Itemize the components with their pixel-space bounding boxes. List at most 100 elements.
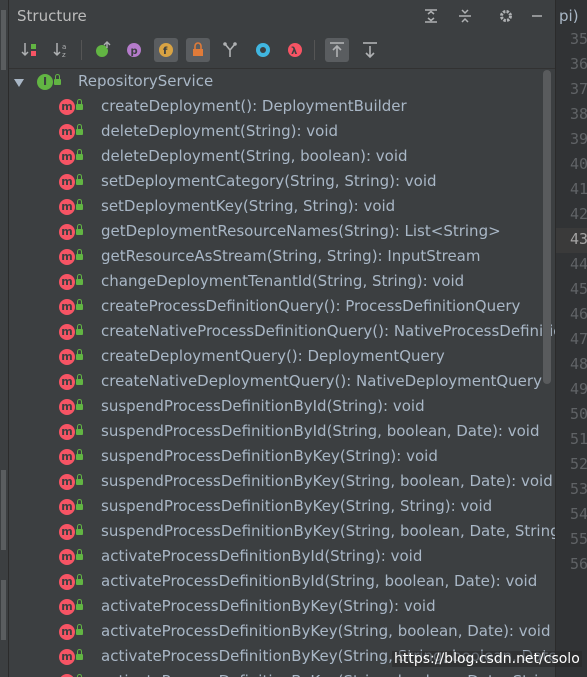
svg-text:p: p (131, 46, 138, 57)
autoscroll-from-source-icon[interactable] (358, 38, 382, 62)
line-number: 43 (570, 230, 587, 248)
method-icon: m (59, 349, 75, 365)
line-number: 56 (570, 555, 587, 573)
tree-method-node[interactable]: m getResourceAsStream(String, String): In… (9, 245, 555, 270)
panel-title: Structure (17, 7, 87, 25)
lock-icon (76, 499, 83, 511)
lock-icon (76, 299, 83, 311)
tree-method-node[interactable]: m activateProcessDefinitionById(String, b… (9, 570, 555, 595)
left-tool-strip (0, 0, 9, 677)
method-label: activateProcessDefinitionById(String): v… (101, 547, 423, 565)
tree-method-node[interactable]: m changeDeploymentTenantId(String, String… (9, 270, 555, 295)
tool-strip-tab[interactable] (1, 580, 6, 640)
scrollbar[interactable] (543, 70, 551, 384)
method-label: suspendProcessDefinitionByKey(String, bo… (101, 522, 555, 540)
sort-by-visibility-icon[interactable] (18, 38, 42, 62)
tree-method-node[interactable]: m setDeploymentCategory(String, String): … (9, 170, 555, 195)
svg-text:a: a (62, 43, 66, 51)
tree-method-node[interactable]: m createNativeProcessDefinitionQuery(): N… (9, 320, 555, 345)
show-inherited-icon[interactable] (91, 38, 115, 62)
tree-method-node[interactable]: m setDeploymentKey(String, String): void (9, 195, 555, 220)
tree-method-node[interactable]: m suspendProcessDefinitionByKey(String): … (9, 445, 555, 470)
watermark: https://blog.csdn.net/csolo (392, 651, 582, 667)
line-number: 53 (570, 480, 587, 498)
method-icon: m (59, 274, 75, 290)
method-icon: m (59, 524, 75, 540)
tree-method-node[interactable]: m deleteDeployment(String, boolean): void (9, 145, 555, 170)
tree-method-node[interactable]: m suspendProcessDefinitionByKey(String, b… (9, 520, 555, 545)
tree-root-node[interactable]: I RepositoryService (9, 70, 555, 95)
gear-icon[interactable] (496, 6, 516, 26)
show-anonymous-classes-icon[interactable] (218, 38, 242, 62)
tree-method-node[interactable]: m createDeployment(): DeploymentBuilder (9, 95, 555, 120)
method-label: suspendProcessDefinitionByKey(String, bo… (101, 472, 553, 490)
tool-strip-tab[interactable] (1, 470, 6, 550)
method-icon: m (59, 174, 75, 190)
tree-method-node[interactable]: m createNativeDeploymentQuery(): NativeDe… (9, 370, 555, 395)
autoscroll-to-source-icon[interactable] (325, 38, 349, 62)
show-fields-icon[interactable]: f (154, 38, 178, 62)
tool-strip-tab[interactable] (1, 10, 6, 70)
method-icon: m (59, 474, 75, 490)
line-number: 39 (570, 130, 587, 148)
method-label: getDeploymentResourceNames(String): List… (101, 222, 501, 240)
method-label: createDeploymentQuery(): DeploymentQuery (101, 347, 445, 365)
line-number: 54 (570, 505, 587, 523)
tree-method-node[interactable]: mactivateProcessDefinitionByKey(String, … (9, 670, 555, 677)
method-label: suspendProcessDefinitionById(String, boo… (101, 422, 540, 440)
tree-method-node[interactable]: m activateProcessDefinitionById(String): … (9, 545, 555, 570)
lock-icon (76, 524, 83, 536)
tree-method-node[interactable]: m suspendProcessDefinitionById(String, bo… (9, 420, 555, 445)
method-label: activateProcessDefinitionById(String, bo… (101, 572, 538, 590)
show-non-public-icon[interactable] (186, 38, 210, 62)
lock-icon (76, 374, 83, 386)
structure-panel: Structure az p f λ I RepositoryService m… (9, 0, 555, 677)
method-label: activateProcessDefinitionByKey(String, b… (101, 622, 551, 640)
lock-icon (76, 124, 83, 136)
tree-method-node[interactable]: m suspendProcessDefinitionByKey(String, S… (9, 495, 555, 520)
show-lambdas-icon[interactable]: λ (283, 38, 307, 62)
method-icon: m (59, 549, 75, 565)
lock-icon (76, 349, 83, 361)
show-interfaces-icon[interactable] (251, 38, 275, 62)
tree-method-node[interactable]: m deleteDeployment(String): void (9, 120, 555, 145)
line-number: 46 (570, 305, 587, 323)
minimize-icon[interactable] (527, 6, 547, 26)
method-icon: m (59, 649, 75, 665)
method-icon: m (59, 99, 75, 115)
show-properties-icon[interactable]: p (122, 38, 146, 62)
tree-method-node[interactable]: m suspendProcessDefinitionById(String): v… (9, 395, 555, 420)
method-label: createNativeProcessDefinitionQuery(): Na… (101, 322, 555, 340)
collapse-all-icon[interactable] (455, 6, 475, 26)
method-label: deleteDeployment(String, boolean): void (101, 147, 408, 165)
chevron-down-icon[interactable] (14, 79, 24, 87)
lock-icon (76, 474, 83, 486)
tree-method-node[interactable]: m createProcessDefinitionQuery(): Process… (9, 295, 555, 320)
editor-gutter: pi) 35 36 37 38 39 40 41 42 43 44 45 46 47 48 49 50 51 52… (555, 0, 587, 677)
panel-header: Structure (9, 0, 555, 32)
line-number: 47 (570, 330, 587, 348)
method-label: activateProcessDefinitionByKey(String, b… (101, 672, 555, 677)
editor-tab-fragment[interactable]: pi) (559, 7, 579, 25)
method-icon: m (59, 149, 75, 165)
method-label: suspendProcessDefinitionById(String): vo… (101, 397, 425, 415)
svg-text:z: z (62, 51, 66, 59)
sort-alphabetically-icon[interactable]: az (50, 38, 74, 62)
structure-tree: I RepositoryService m createDeployment():… (9, 70, 555, 677)
tree-method-node[interactable]: m suspendProcessDefinitionByKey(String, b… (9, 470, 555, 495)
lock-icon (54, 74, 61, 86)
tree-method-node[interactable]: m activateProcessDefinitionByKey(String):… (9, 595, 555, 620)
tree-method-node[interactable]: m createDeploymentQuery(): DeploymentQuer… (9, 345, 555, 370)
lock-icon (76, 224, 83, 236)
tree-method-node[interactable]: mactivateProcessDefinitionByKey(String, … (9, 620, 555, 645)
expand-all-icon[interactable] (421, 6, 441, 26)
line-number: 50 (570, 405, 587, 423)
method-label: createDeployment(): DeploymentBuilder (101, 97, 407, 115)
method-icon: m (59, 574, 75, 590)
tree-method-node[interactable]: m getDeploymentResourceNames(String): Lis… (9, 220, 555, 245)
line-number: 48 (570, 355, 587, 373)
lock-icon (76, 574, 83, 586)
lock-icon (76, 549, 83, 561)
lock-icon (76, 624, 83, 636)
lock-icon (76, 599, 83, 611)
